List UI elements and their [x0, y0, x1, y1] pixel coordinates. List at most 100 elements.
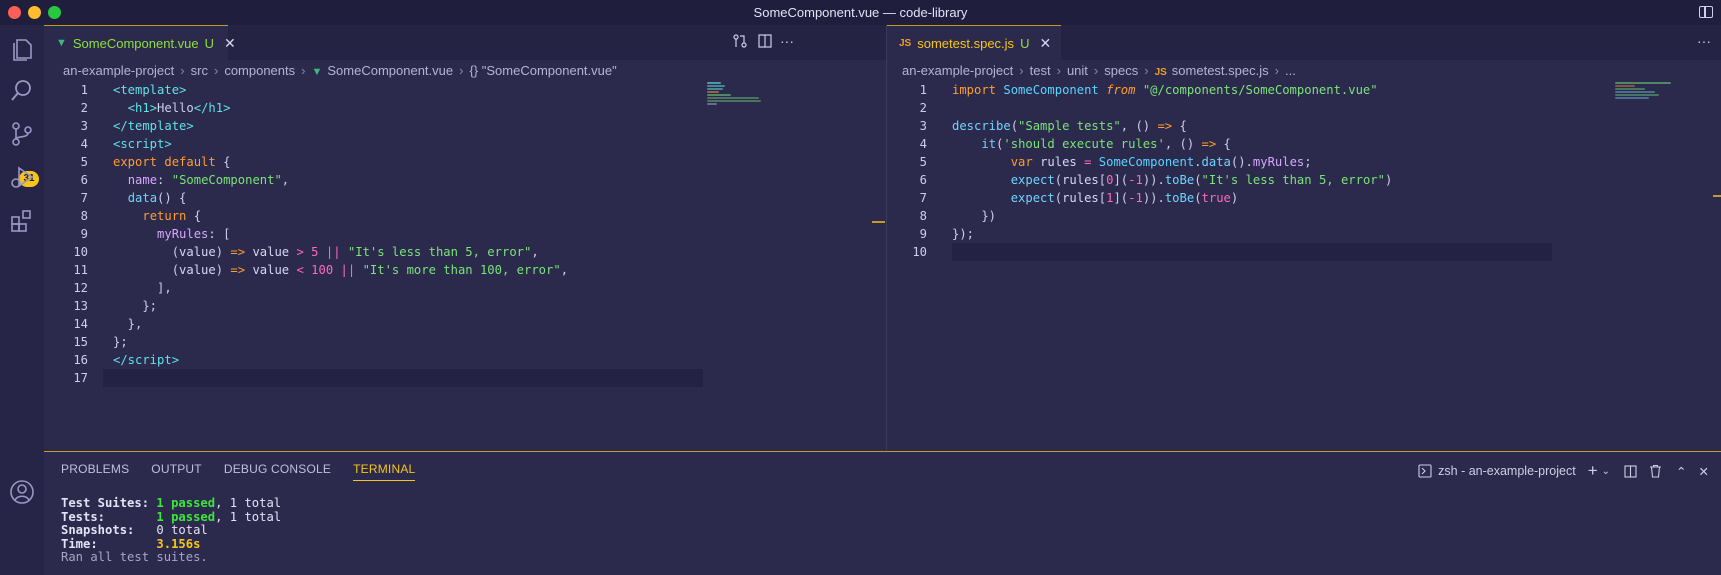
account-icon[interactable]: [8, 478, 36, 506]
line-number: 10: [73, 245, 88, 259]
trash-icon[interactable]: [1649, 464, 1662, 478]
line-number: 8: [80, 209, 88, 223]
line-number: 10: [912, 245, 927, 259]
tab-label: sometest.spec.js: [917, 35, 1015, 51]
activity-bar: 31: [0, 25, 44, 575]
snapshots-value: 0 total: [156, 523, 208, 537]
vue-file-icon: ▼: [56, 37, 67, 49]
line-number: 12: [73, 281, 88, 295]
split-editor-icon[interactable]: [758, 34, 772, 48]
tab-debug-console[interactable]: DEBUG CONSOLE: [224, 462, 331, 480]
breadcrumb: an-example-project › test › unit › specs › JS som…: [902, 63, 1296, 78]
breadcrumb-item[interactable]: ...: [1285, 63, 1296, 78]
line-number: 13: [73, 299, 88, 313]
current-line-highlight: [952, 243, 1552, 261]
line-number: 2: [80, 101, 88, 115]
breadcrumb-item[interactable]: unit: [1067, 63, 1088, 78]
js-file-icon: JS: [1154, 67, 1167, 78]
tab-bar: JS sometest.spec.js U ✕ ···: [887, 25, 1721, 60]
line-number: 1: [919, 83, 927, 97]
editor-group-right: JS sometest.spec.js U ✕ ··· an-example-p…: [887, 25, 1721, 451]
panel-actions: zsh - an-example-project + ⌄ ⌃ ✕: [1418, 461, 1709, 481]
suites-total: , 1 total: [215, 496, 282, 510]
split-terminal-icon[interactable]: [1624, 464, 1637, 478]
line-number: 2: [919, 101, 927, 115]
breadcrumb-item[interactable]: sometest.spec.js: [1172, 63, 1269, 78]
toggle-sidebar-layout-icon[interactable]: [1699, 6, 1713, 18]
line-number: 5: [80, 155, 88, 169]
tab-label: SomeComponent.vue: [72, 35, 199, 51]
line-number: 15: [73, 335, 88, 349]
line-number: 3: [919, 119, 927, 133]
bottom-panel: PROBLEMS OUTPUT DEBUG CONSOLE TERMINAL zsh …: [44, 451, 1721, 575]
line-number: 1: [80, 83, 88, 97]
line-number: 7: [919, 191, 927, 205]
search-icon[interactable]: [8, 77, 36, 105]
suites-pass: 1 passed: [156, 496, 216, 510]
terminal-output[interactable]: Test Suites: 1 passed, 1 total Tests: 1 …: [61, 496, 282, 565]
title-bar: SomeComponent.vue — code-library: [0, 0, 1721, 25]
line-number: 9: [80, 227, 88, 241]
untracked-status: U: [1020, 35, 1030, 51]
breadcrumb-item[interactable]: specs: [1104, 63, 1138, 78]
tests-label: Tests:: [61, 509, 106, 524]
window-title: SomeComponent.vue — code-library: [753, 5, 968, 20]
maximize-panel-icon[interactable]: ⌃: [1676, 464, 1686, 479]
line-number: 7: [80, 191, 88, 205]
tab-problems[interactable]: PROBLEMS: [61, 462, 129, 480]
source-control-icon[interactable]: [8, 120, 36, 148]
tab-sometest-spec-js[interactable]: JS sometest.spec.js U ✕: [887, 25, 1061, 60]
close-panel-icon[interactable]: ✕: [1699, 464, 1709, 479]
breadcrumb-item[interactable]: test: [1030, 63, 1051, 78]
line-number: 6: [80, 173, 88, 187]
line-number: 5: [919, 155, 927, 169]
close-tab-icon[interactable]: ✕: [224, 35, 236, 52]
line-number: 6: [919, 173, 927, 187]
line-number: 9: [919, 227, 927, 241]
scrollbar-marker: [872, 221, 885, 223]
terminal-selector[interactable]: zsh - an-example-project: [1438, 464, 1576, 478]
breadcrumb-item[interactable]: src: [191, 63, 208, 78]
time-value: 3.156s: [156, 536, 201, 551]
line-number: 11: [73, 263, 88, 277]
tests-total: , 1 total: [215, 509, 282, 524]
extensions-icon[interactable]: [8, 207, 36, 235]
tab-terminal[interactable]: TERMINAL: [353, 462, 416, 481]
terminal-icon: [1418, 464, 1432, 478]
more-actions-icon[interactable]: ···: [780, 33, 794, 49]
minimap[interactable]: [1615, 82, 1675, 132]
more-actions-icon[interactable]: ···: [1697, 33, 1711, 49]
minimap[interactable]: [707, 82, 767, 132]
line-number: 14: [73, 317, 88, 331]
line-number: 16: [73, 353, 88, 367]
close-tab-icon[interactable]: ✕: [1039, 35, 1051, 52]
run-debug-icon[interactable]: [8, 163, 36, 191]
breadcrumb-item[interactable]: an-example-project: [902, 63, 1013, 78]
line-number: 8: [919, 209, 927, 223]
time-label: Time:: [61, 536, 98, 551]
breadcrumb-item[interactable]: SomeComponent.vue: [327, 63, 453, 78]
line-number: 3: [80, 119, 88, 133]
tests-pass: 1 passed: [156, 509, 216, 524]
chevron-down-icon[interactable]: ⌄: [1602, 466, 1610, 477]
code-editor[interactable]: 1 import SomeComponent from "@/components…: [887, 81, 1721, 261]
new-terminal-icon[interactable]: +: [1588, 461, 1598, 481]
tab-output[interactable]: OUTPUT: [151, 462, 202, 480]
current-line-highlight: [103, 369, 703, 387]
breadcrumb-item[interactable]: an-example-project: [63, 63, 174, 78]
line-number: 4: [80, 137, 88, 151]
breadcrumb-item[interactable]: components: [224, 63, 295, 78]
untracked-status: U: [204, 35, 215, 51]
tab-bar: ▼ SomeComponent.vue U ✕ ···: [44, 25, 886, 60]
breadcrumb: an-example-project › src › components › ▼ SomeC…: [63, 63, 617, 78]
tab-somecomponent-vue[interactable]: ▼ SomeComponent.vue U ✕: [44, 25, 236, 60]
panel-tabs: PROBLEMS OUTPUT DEBUG CONSOLE TERMINAL: [61, 462, 437, 481]
terminal-footer: Ran all test suites.: [61, 550, 208, 564]
open-changes-icon[interactable]: [732, 33, 748, 49]
breadcrumb-item[interactable]: {} "SomeComponent.vue": [469, 63, 616, 78]
line-number: 17: [73, 371, 88, 385]
files-icon[interactable]: [8, 35, 36, 63]
editor-group-left: ▼ SomeComponent.vue U ✕ ··· an-example-p…: [44, 25, 886, 451]
suites-label: Test Suites:: [61, 496, 150, 510]
vue-file-icon: ▼: [311, 66, 323, 78]
